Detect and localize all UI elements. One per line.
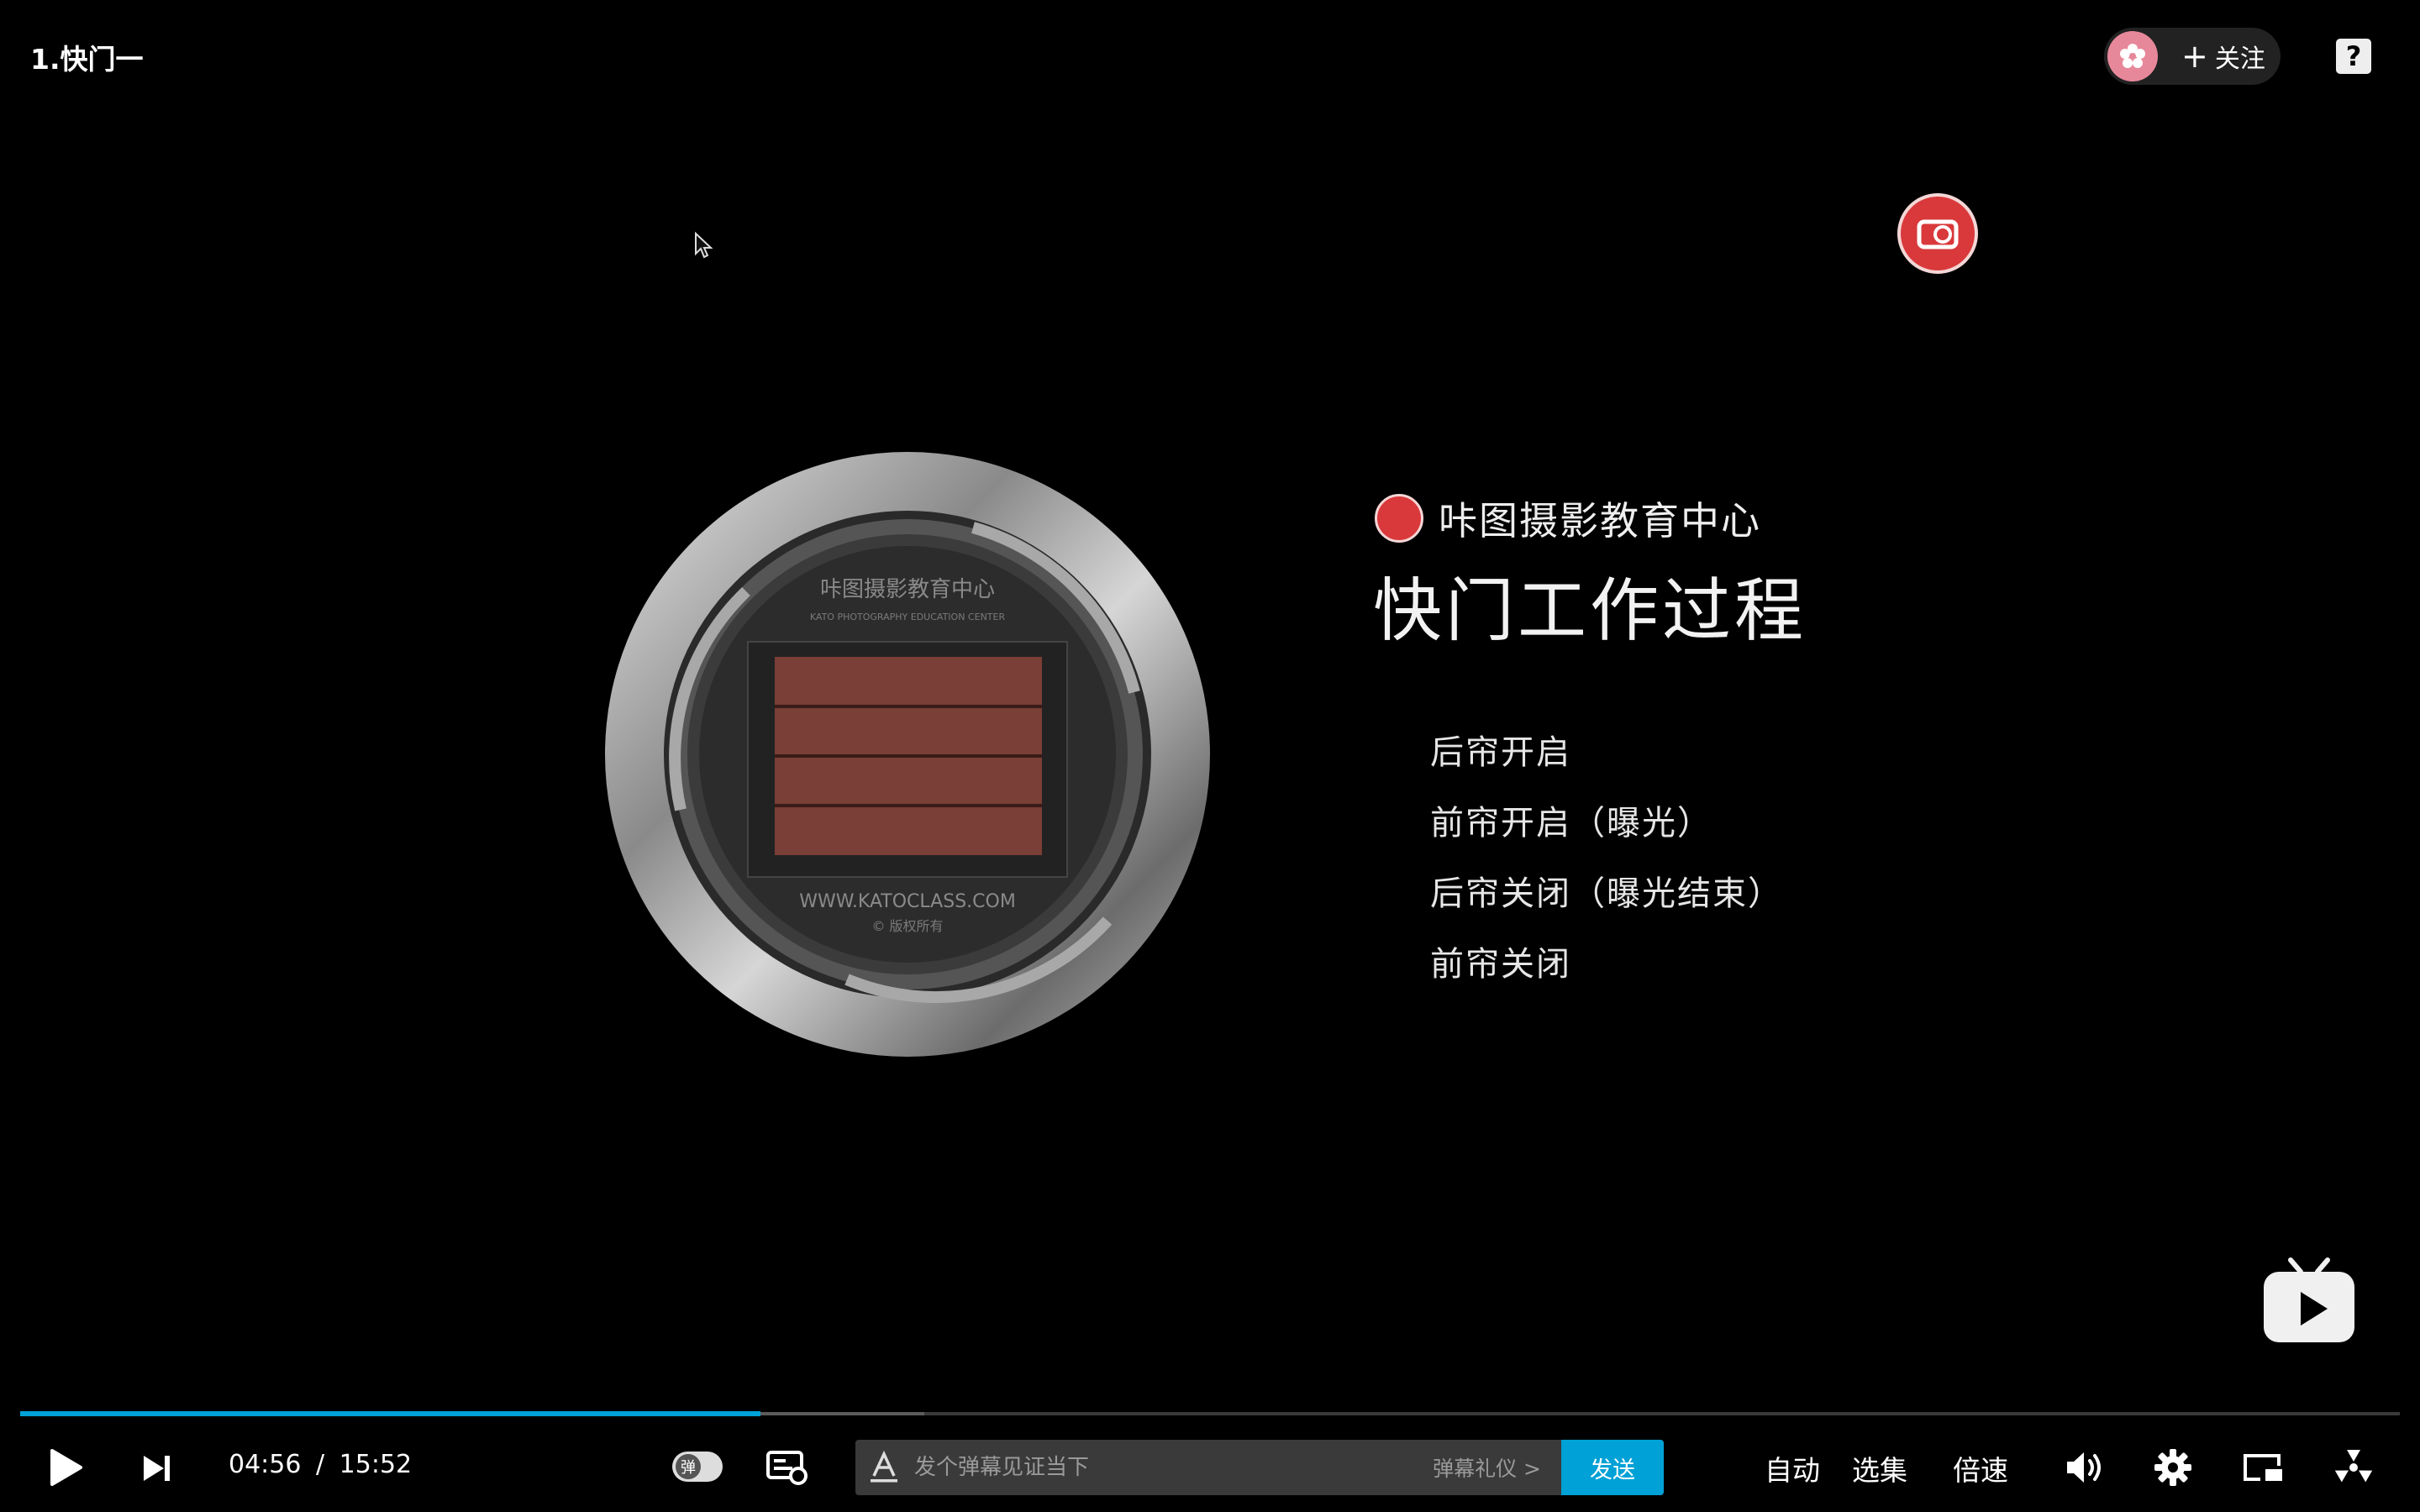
kato-watermark-logo — [1897, 193, 1978, 274]
step-item: 前帘开启（曝光） — [1430, 804, 1712, 843]
follow-button[interactable]: + 关注 — [2181, 38, 2265, 75]
dial-url-text: WWW.KATOCLASS.COM — [799, 891, 1016, 912]
picture-in-picture-icon — [2244, 1454, 2282, 1481]
uploader-follow-pill: + 关注 — [2104, 28, 2281, 85]
brand-row: 咔图摄影教育中心 — [1375, 491, 1761, 546]
speed-button[interactable]: 倍速 — [1953, 1448, 2008, 1488]
video-title: 1.快门一 — [30, 43, 144, 76]
dial-copyright-text: © 版权所有 — [871, 918, 943, 934]
shutter-steps-list: 后帘开启 前帘开启（曝光） 后帘关闭（曝光结束） 前帘关闭 — [1430, 729, 1783, 1011]
avatar[interactable] — [2107, 31, 2158, 81]
danmaku-toggle[interactable]: 弹 — [672, 1452, 723, 1482]
fullscreen-button[interactable] — [2331, 1445, 2376, 1490]
settings-button[interactable] — [2151, 1446, 2195, 1488]
pip-button[interactable] — [2240, 1446, 2286, 1488]
time-display: 04:56 / 15:52 — [229, 1450, 412, 1479]
plus-icon: + — [2181, 38, 2208, 75]
danmaku-style-button[interactable] — [855, 1440, 913, 1495]
danmaku-input[interactable] — [913, 1454, 1434, 1481]
send-danmaku-button[interactable]: 发送 — [1561, 1440, 1664, 1495]
dial-brand-english: KATO PHOTOGRAPHY EDUCATION CENTER — [810, 612, 1006, 622]
volume-button[interactable] — [2060, 1446, 2107, 1488]
font-style-icon — [871, 1451, 897, 1483]
fullscreen-icon — [2334, 1450, 2373, 1483]
duration: 15:52 — [339, 1450, 413, 1479]
help-icon[interactable]: ? — [2336, 39, 2371, 74]
danmaku-glyph: 弹 — [676, 1454, 701, 1479]
danmaku-settings-icon — [766, 1451, 808, 1485]
slide-headline: 快门工作过程 — [1373, 571, 1807, 651]
shutter-dial-graphic: 咔图摄影教育中心 KATO PHOTOGRAPHY EDUCATION CENT… — [605, 452, 1210, 1057]
kato-logo-icon — [1375, 494, 1423, 543]
danmaku-etiquette-link[interactable]: 弹幕礼仪 > — [1433, 1452, 1541, 1483]
time-separator: / — [316, 1450, 325, 1479]
gear-icon — [2154, 1449, 2191, 1486]
play-icon — [50, 1449, 82, 1486]
flower-icon — [2120, 44, 2145, 68]
danmaku-settings-button[interactable] — [765, 1446, 810, 1488]
current-time: 04:56 — [229, 1450, 302, 1479]
skip-next-icon — [144, 1456, 170, 1481]
bilibili-tv-icon — [2264, 1257, 2354, 1342]
follow-label: 关注 — [2214, 45, 2265, 74]
dial-brand-text: 咔图摄影教育中心 — [820, 577, 995, 602]
step-item: 后帘开启 — [1430, 733, 1571, 772]
step-item: 后帘关闭（曝光结束） — [1430, 874, 1783, 913]
play-button[interactable] — [40, 1440, 91, 1495]
brand-name: 咔图摄影教育中心 — [1439, 498, 1761, 543]
autoplay-button[interactable]: 自动 — [1765, 1448, 1820, 1488]
volume-icon — [2067, 1452, 2101, 1483]
danmaku-send-bar: 弹幕礼仪 > 发送 — [855, 1440, 1664, 1495]
next-episode-button[interactable] — [134, 1446, 178, 1490]
progress-played[interactable] — [20, 1411, 760, 1416]
step-item: 前帘关闭 — [1430, 945, 1571, 984]
mouse-cursor-icon — [694, 231, 714, 262]
episodes-button[interactable]: 选集 — [1852, 1448, 1907, 1488]
